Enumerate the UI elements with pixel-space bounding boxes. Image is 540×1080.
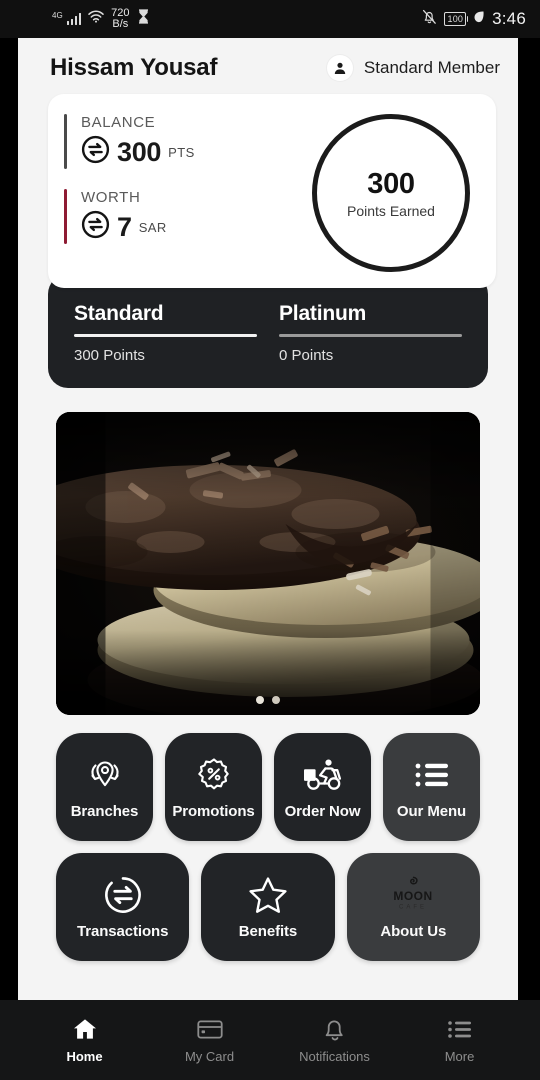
nav-item-my-card[interactable]: My Card — [147, 1016, 272, 1064]
tier-name: Platinum — [279, 302, 367, 325]
moon-cafe-logo-icon: MOON CAFE — [387, 875, 439, 915]
status-bar-right: 100 3:46 — [422, 9, 526, 30]
nav-label: More — [444, 1049, 475, 1064]
action-order-now[interactable]: Order Now — [274, 733, 371, 841]
balance-metrics: BALANCE 300 PTS WORTH 7 SAR — [64, 112, 195, 244]
worth-row: WORTH 7 SAR — [64, 189, 195, 244]
membership-label: Standard Member — [363, 58, 500, 77]
app-header: Hissam Yousaf Standard Member — [18, 38, 518, 92]
quick-actions-row-1: Branches Promotions Order Now Our Menu — [56, 733, 480, 841]
tier-platinum[interactable]: Platinum 0 Points — [279, 302, 462, 364]
balance-card: BALANCE 300 PTS WORTH 7 SAR 300 Points E… — [48, 94, 496, 288]
worth-label: WORTH — [81, 189, 141, 206]
promo-banner-carousel[interactable] — [56, 412, 480, 715]
nav-item-notifications[interactable]: Notifications — [272, 1016, 397, 1064]
exchange-circle-icon — [81, 135, 110, 169]
nav-label: My Card — [184, 1049, 235, 1064]
action-label: Promotions — [172, 802, 255, 820]
action-label: Order Now — [284, 802, 361, 820]
nav-item-home[interactable]: Home — [22, 1016, 147, 1064]
home-icon — [72, 1016, 98, 1042]
page-title: Hissam Yousaf — [50, 54, 218, 81]
points-earned-value: 300 — [367, 167, 415, 200]
points-earned-label: Points Earned — [347, 202, 435, 219]
carousel-dot[interactable] — [256, 696, 264, 704]
bell-icon — [323, 1016, 347, 1042]
tier-standard[interactable]: Standard 300 Points — [74, 302, 257, 364]
action-label: Our Menu — [396, 802, 467, 820]
network-speed: 720 B/s — [111, 8, 129, 30]
action-benefits[interactable]: Benefits — [201, 853, 335, 961]
status-bar: 4G 720 B/s 100 3:46 — [0, 0, 540, 38]
action-transactions[interactable]: Transactions — [56, 853, 190, 961]
discount-badge-icon — [194, 755, 234, 795]
network-speed-unit: B/s — [112, 18, 129, 30]
worth-unit: SAR — [138, 219, 167, 235]
action-our-menu[interactable]: Our Menu — [383, 733, 480, 841]
hourglass-icon — [137, 9, 150, 29]
wifi-icon — [88, 10, 104, 28]
location-pin-icon — [85, 755, 125, 795]
action-label: About Us — [380, 922, 447, 940]
delivery-scooter-icon — [301, 755, 345, 795]
carousel-dots[interactable] — [56, 696, 480, 704]
carousel-dot[interactable] — [272, 696, 280, 704]
bottom-navigation: Home My Card Notifications More — [0, 1000, 540, 1080]
network-type-label: 4G — [52, 10, 63, 20]
membership-badge[interactable]: Standard Member — [326, 55, 500, 81]
balance-label: BALANCE — [81, 114, 156, 131]
nav-label: Home — [66, 1049, 103, 1064]
action-about-us[interactable]: MOON CAFE About Us — [346, 853, 480, 961]
action-promotions[interactable]: Promotions — [165, 733, 262, 841]
app-content: Hissam Yousaf Standard Member BALANCE 30… — [18, 38, 518, 1000]
svg-text:CAFE: CAFE — [399, 904, 427, 910]
card-icon — [196, 1016, 223, 1042]
person-icon — [326, 55, 353, 81]
points-earned-ring: 300 Points Earned — [312, 114, 470, 272]
exchange-circle-icon — [103, 875, 143, 915]
action-branches[interactable]: Branches — [56, 733, 153, 841]
status-bar-left: 4G 720 B/s — [52, 8, 150, 30]
leaf-icon — [473, 10, 485, 29]
star-outline-icon — [247, 875, 289, 915]
svg-text:MOON: MOON — [394, 889, 433, 903]
quick-actions-row-2: Transactions Benefits MOON CAFE About Us — [56, 853, 480, 961]
banner-image — [56, 412, 480, 715]
quick-actions: Branches Promotions Order Now Our Menu T… — [18, 715, 518, 961]
action-label: Branches — [70, 802, 139, 820]
tier-points: 0 Points — [279, 347, 334, 364]
nav-item-more[interactable]: More — [397, 1016, 522, 1064]
worth-value: 7 — [117, 211, 132, 242]
action-label: Benefits — [238, 922, 298, 940]
tier-progress-bar — [74, 334, 257, 337]
tier-progress-bar — [279, 334, 462, 337]
list-bullets-icon — [447, 1016, 473, 1042]
signal-bars-icon — [66, 13, 82, 25]
bell-muted-icon — [422, 9, 437, 30]
balance-value: 300 — [117, 136, 162, 167]
balance-accent-bar — [64, 114, 67, 169]
exchange-circle-icon — [81, 210, 110, 244]
phone-screen: 4G 720 B/s 100 3:46 Hissam Yousaf Standa… — [0, 0, 540, 1080]
tier-progress-card: Standard 300 Points Platinum 0 Points — [48, 274, 488, 388]
balance-unit: PTS — [168, 144, 195, 160]
nav-label: Notifications — [299, 1049, 370, 1064]
list-bullets-icon — [413, 755, 451, 795]
tier-points: 300 Points — [74, 347, 145, 364]
worth-accent-bar — [64, 189, 67, 244]
tier-name: Standard — [74, 302, 164, 325]
balance-row: BALANCE 300 PTS — [64, 114, 195, 169]
battery-indicator: 100 — [444, 12, 468, 26]
clock: 3:46 — [492, 9, 526, 28]
action-label: Transactions — [76, 922, 169, 940]
